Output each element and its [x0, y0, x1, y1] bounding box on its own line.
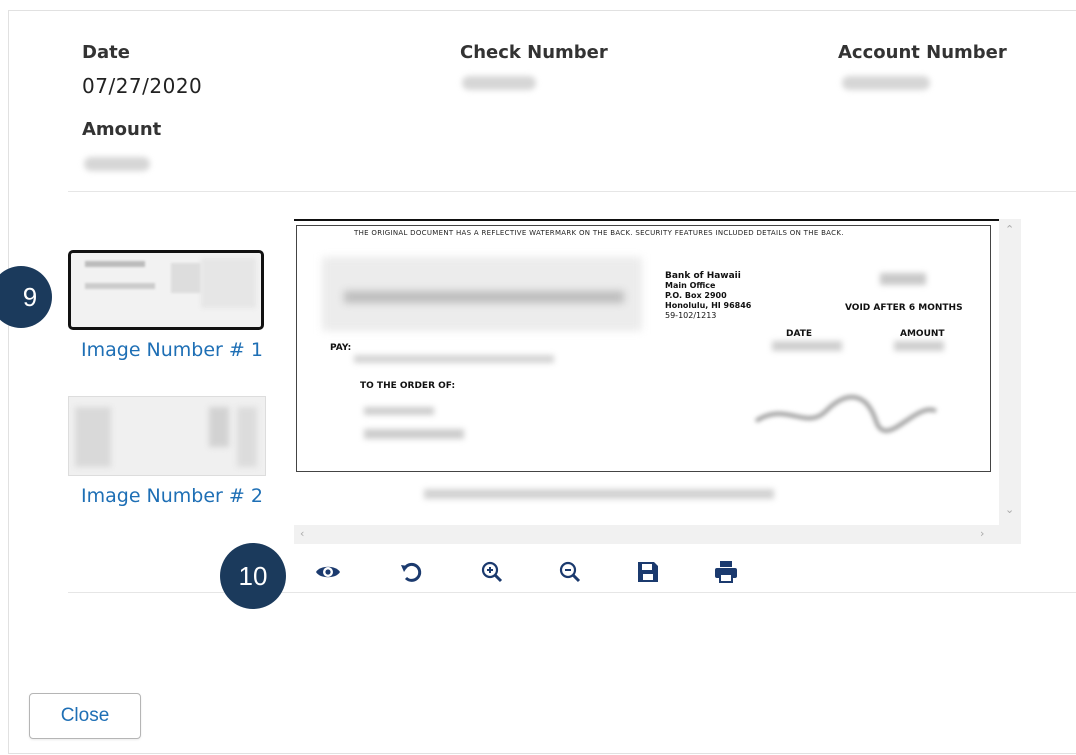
signature-image: [754, 395, 937, 433]
payer-name-redacted: [344, 291, 624, 303]
micr-line-redacted: [424, 489, 774, 499]
close-button[interactable]: Close: [29, 693, 141, 739]
zoom-in-icon[interactable]: [478, 558, 506, 586]
vertical-scrollbar[interactable]: ⌃ ⌄: [999, 219, 1021, 525]
date-value: 07/27/2020: [82, 74, 203, 98]
check-number-label: Check Number: [460, 42, 608, 63]
void-text: VOID AFTER 6 MONTHS: [845, 303, 963, 313]
check-date-redacted: [772, 341, 842, 351]
account-number-label: Account Number: [838, 42, 1007, 63]
bank-city: Honolulu, HI 96846: [665, 301, 752, 310]
amount-redacted: [84, 157, 150, 171]
check-image-viewer[interactable]: THE ORIGINAL DOCUMENT HAS A REFLECTIVE W…: [294, 219, 1021, 544]
payee-line-2-redacted: [364, 429, 464, 439]
pay-amount-redacted: [354, 355, 554, 363]
image-thumbnail-2[interactable]: [68, 396, 266, 476]
horizontal-scrollbar[interactable]: ‹ ›: [294, 525, 1021, 544]
check-image: THE ORIGINAL DOCUMENT HAS A REFLECTIVE W…: [294, 219, 999, 527]
image-link-1[interactable]: Image Number # 1: [81, 339, 263, 361]
bank-routing: 59-102/1213: [665, 311, 717, 320]
date-label: Date: [82, 42, 130, 63]
callout-9-text: 9: [22, 281, 38, 312]
bank-pobox: P.O. Box 2900: [665, 291, 727, 300]
callout-10-text: 10: [238, 560, 268, 591]
check-no-redacted: [880, 273, 926, 285]
bank-name: Bank of Hawaii: [665, 271, 741, 281]
callout-badge-10: 10: [220, 543, 286, 609]
account-number-redacted: [842, 76, 930, 90]
amount-label: Amount: [82, 119, 162, 140]
divider: [68, 191, 1076, 192]
image-link-2[interactable]: Image Number # 2: [81, 485, 263, 507]
print-icon[interactable]: [712, 558, 740, 586]
divider-bottom: [68, 592, 1076, 593]
save-icon[interactable]: [634, 558, 662, 586]
check-date-label: DATE: [786, 329, 813, 339]
check-amount-label: AMOUNT: [900, 329, 945, 339]
bank-office: Main Office: [665, 281, 716, 290]
check-amount-redacted: [894, 341, 944, 351]
image-thumbnail-1[interactable]: [68, 250, 264, 330]
zoom-out-icon[interactable]: [556, 558, 584, 586]
order-label: TO THE ORDER OF:: [360, 381, 456, 391]
payee-line-1-redacted: [364, 407, 434, 415]
check-number-redacted: [462, 76, 536, 90]
pay-label: PAY:: [330, 343, 352, 353]
rotate-icon[interactable]: [398, 558, 426, 586]
eye-icon[interactable]: [314, 558, 342, 586]
